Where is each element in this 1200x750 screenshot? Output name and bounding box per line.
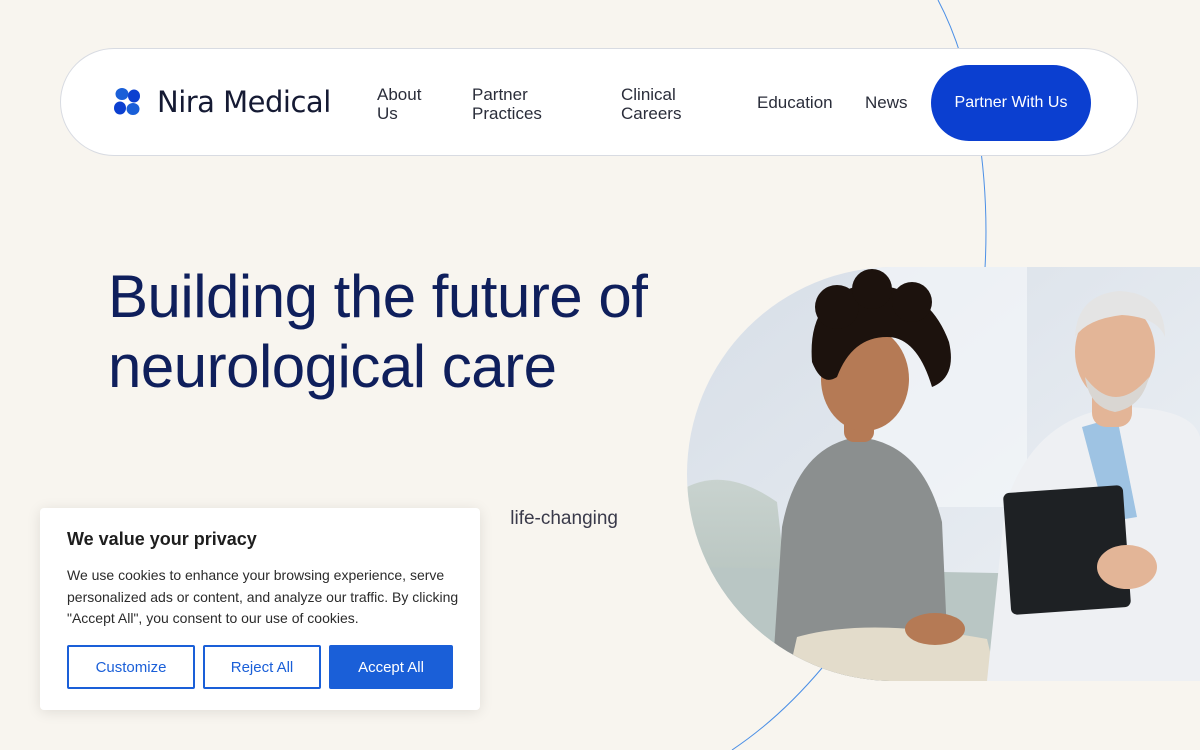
nav-education[interactable]: Education xyxy=(757,93,833,112)
hero-title: Building the future of neurological care xyxy=(108,263,648,400)
page: Nira Medical About Us Partner Practices … xyxy=(0,0,1200,750)
nav-news[interactable]: News xyxy=(865,93,908,112)
top-navbar: Nira Medical About Us Partner Practices … xyxy=(60,48,1138,156)
accept-all-button[interactable]: Accept All xyxy=(329,645,453,689)
cookie-description: We use cookies to enhance your browsing … xyxy=(67,567,459,626)
nav-about-us[interactable]: About Us xyxy=(377,85,439,123)
brand-logo[interactable]: Nira Medical xyxy=(109,83,331,121)
nav-partner-practices[interactable]: Partner Practices xyxy=(472,85,562,123)
brand-name: Nira Medical xyxy=(157,85,331,119)
hero-photo xyxy=(687,267,1200,681)
customize-button[interactable]: Customize xyxy=(67,645,195,689)
four-petal-logo-icon xyxy=(114,88,140,115)
reject-all-button[interactable]: Reject All xyxy=(203,645,321,689)
partner-with-us-button[interactable]: Partner With Us xyxy=(931,65,1091,141)
nav-clinical-careers[interactable]: Clinical Careers xyxy=(621,85,701,123)
cookie-consent-banner: We value your privacy We use cookies to … xyxy=(40,508,480,710)
cookie-title: We value your privacy xyxy=(67,529,257,549)
